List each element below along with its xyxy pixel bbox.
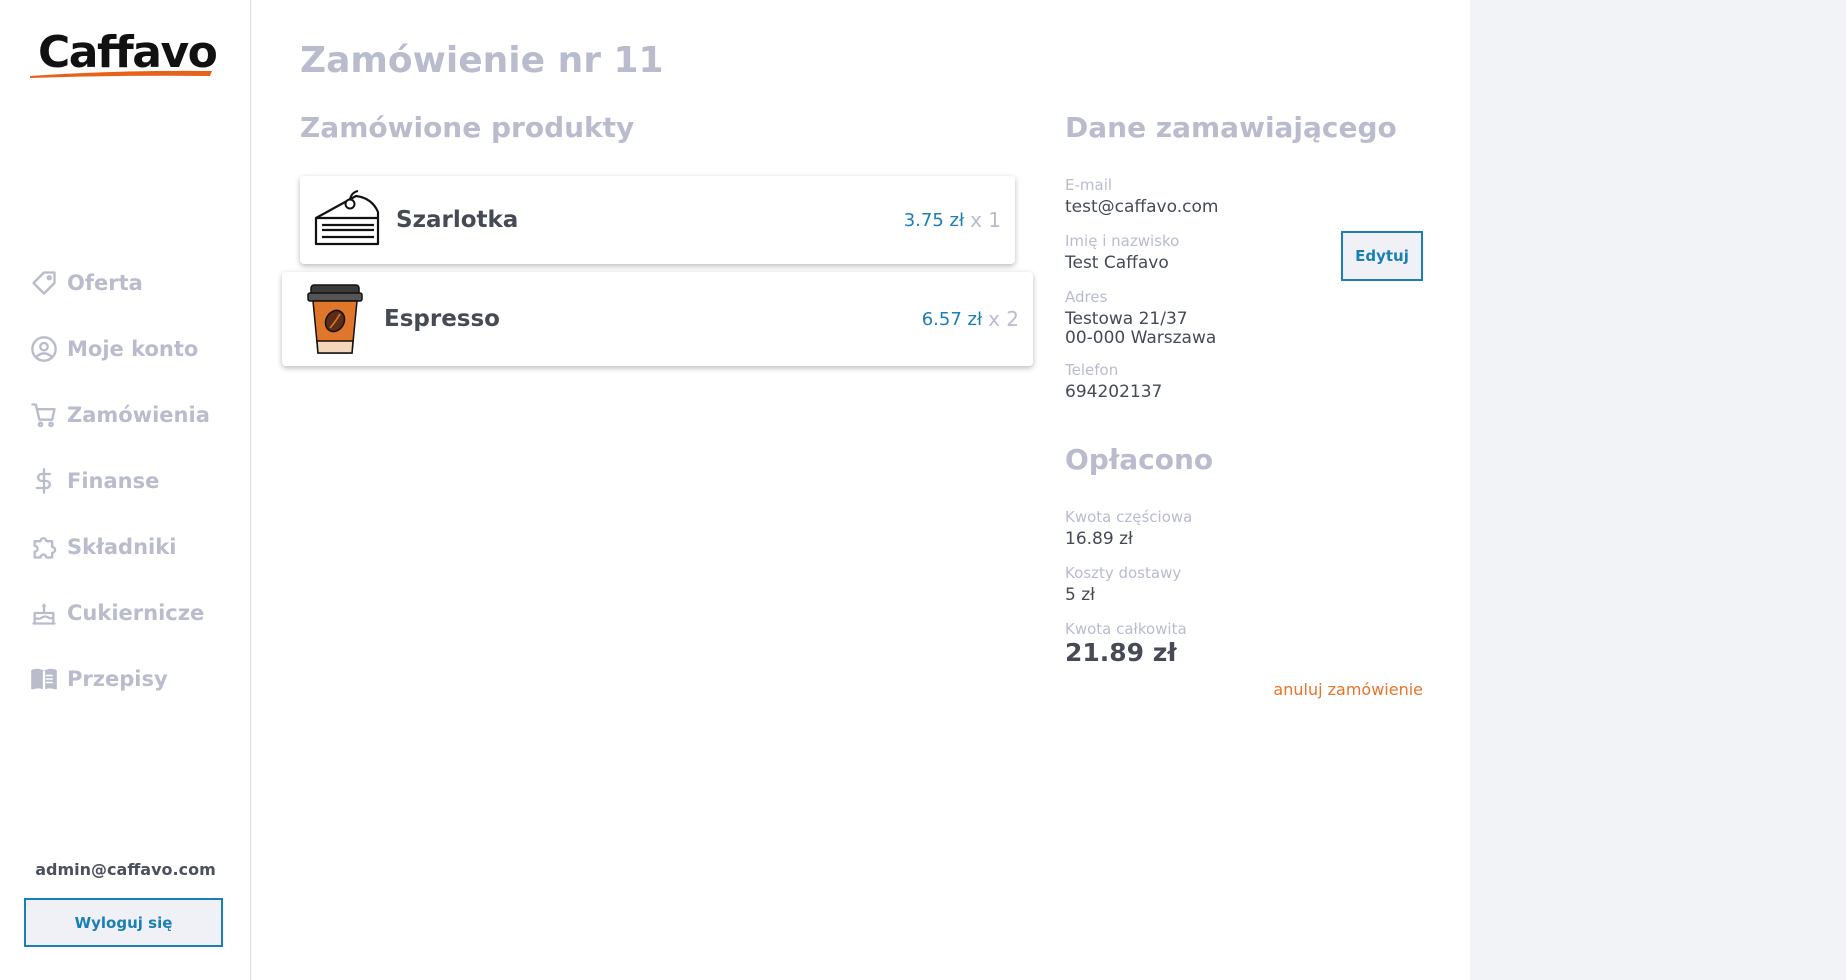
cancel-order-link[interactable]: anuluj zamówienie [1252,680,1423,699]
sidebar-item-skladniki[interactable]: Składniki [30,514,210,580]
customer-name-field: Imię i nazwisko Test Caffavo [1065,231,1179,273]
logo-text: Caffavo [38,27,218,78]
product-name: Szarlotka [396,207,519,233]
logout-button[interactable]: Wyloguj się [24,898,223,947]
logged-user-email: admin@caffavo.com [35,860,216,879]
sidebar-item-cukiernicze[interactable]: Cukiernicze [30,580,210,646]
sidebar-nav: Oferta Moje konto Zamówienia Finanse Skł… [30,250,210,712]
field-label: Telefon [1065,361,1119,379]
book-icon [30,665,58,693]
field-label: Koszty dostawy [1065,564,1182,582]
edit-customer-button[interactable]: Edytuj [1341,231,1423,281]
sidebar-item-label: Finanse [67,469,160,493]
cake-slice-icon [312,185,382,255]
sidebar-item-zamowienia[interactable]: Zamówienia [30,382,210,448]
customer-name: Test Caffavo [1065,253,1169,273]
product-quantity: x 1 [970,208,1001,232]
sidebar-item-oferta[interactable]: Oferta [30,250,210,316]
sidebar-item-moje-konto[interactable]: Moje konto [30,316,210,382]
customer-address-line1: Testowa 21/37 [1065,309,1188,329]
caffavo-logo[interactable]: Caffavo [28,26,218,80]
product-card-espresso[interactable]: Espresso 6.57 zł x 2 [282,272,1033,366]
product-price: 3.75 zł [903,209,965,231]
coffee-cup-icon [300,279,370,359]
total-value: 21.89 zł [1065,638,1177,667]
customer-email-field: E-mail test@caffavo.com [1065,175,1218,217]
cart-icon [30,401,58,429]
sidebar-item-przepisy[interactable]: Przepisy [30,646,210,712]
dollar-icon [30,467,58,495]
customer-address-field: Adres Testowa 21/37 00-000 Warszawa [1065,287,1216,348]
order-details: Zamówienie nr 11 Zamówione produkty Szar… [252,0,1470,980]
field-label: E-mail [1065,176,1113,194]
product-name: Espresso [384,306,500,332]
sidebar-item-label: Przepisy [67,667,168,691]
delivery-cost-value: 5 zł [1065,585,1095,605]
customer-phone: 694202137 [1065,382,1163,402]
product-price: 6.57 zł [921,308,983,330]
product-quantity: x 2 [988,307,1019,331]
customer-phone-field: Telefon 694202137 [1065,360,1162,402]
tag-icon [30,269,58,297]
page-title: Zamówienie nr 11 [300,40,664,81]
product-card-szarlotka[interactable]: Szarlotka 3.75 zł x 1 [300,176,1015,264]
right-empty-panel [1470,0,1846,980]
sidebar-item-label: Moje konto [67,337,199,361]
total-field: Kwota całkowita 21.89 zł [1065,619,1187,667]
puzzle-icon [30,533,58,561]
sidebar-item-finanse[interactable]: Finanse [30,448,210,514]
user-circle-icon [30,335,58,363]
customer-address-line2: 00-000 Warszawa [1065,328,1217,348]
cake-icon [30,599,58,627]
field-label: Imię i nazwisko [1065,232,1180,250]
field-label: Kwota częściowa [1065,508,1193,526]
sidebar-item-label: Oferta [67,271,143,295]
payment-section-title: Opłacono [1065,443,1214,476]
customer-email: test@caffavo.com [1065,197,1219,217]
sidebar-item-label: Zamówienia [67,403,210,427]
subtotal-value: 16.89 zł [1065,529,1133,549]
sidebar-item-label: Składniki [67,535,177,559]
subtotal-field: Kwota częściowa 16.89 zł [1065,507,1192,549]
delivery-cost-field: Koszty dostawy 5 zł [1065,563,1181,605]
products-section-title: Zamówione produkty [300,111,635,144]
sidebar: Caffavo Oferta Moje konto Zamówienia Fin… [0,0,251,980]
customer-section-title: Dane zamawiającego [1065,111,1397,144]
field-label: Adres [1065,288,1108,306]
sidebar-item-label: Cukiernicze [67,601,205,625]
field-label: Kwota całkowita [1065,620,1187,638]
